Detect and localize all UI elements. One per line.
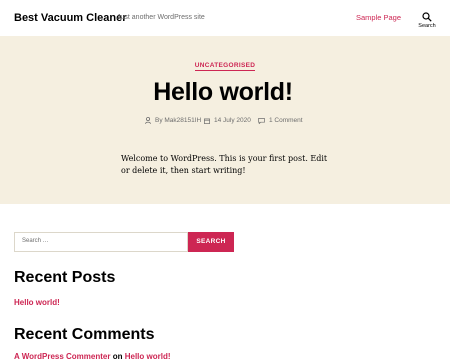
calendar-icon (204, 118, 210, 124)
recent-comment-item: A WordPress Commenter on Hello world! (14, 352, 171, 360)
category-link[interactable]: UNCATEGORISED (194, 62, 256, 71)
site-header: Best Vacuum Cleaner Just another WordPre… (0, 0, 450, 36)
post-header: UNCATEGORISED Hello world! By Mak28151IH… (0, 36, 450, 204)
search-icon (422, 12, 432, 22)
post-author: By Mak28151IH (145, 117, 201, 124)
comment-icon (258, 117, 265, 124)
comment-connector: on (112, 352, 123, 360)
post-content: Welcome to WordPress. This is your first… (121, 154, 328, 175)
recent-comments-title: Recent Comments (14, 326, 155, 343)
search-submit-button[interactable]: SEARCH (188, 232, 234, 252)
post-author-link[interactable]: By Mak28151IH (155, 117, 201, 124)
post-comments-link[interactable]: 1 Comment (269, 117, 303, 124)
recent-post-link[interactable]: Hello world! (14, 298, 60, 307)
post-comments: 1 Comment (258, 117, 303, 124)
post-category: UNCATEGORISED (0, 62, 450, 71)
search-toggle-label: Search (418, 23, 436, 29)
post-title: Hello world! (153, 78, 293, 106)
menu-item-sample-page[interactable]: Sample Page (356, 13, 401, 22)
site-description: Just another WordPress site (117, 14, 205, 21)
search-toggle-button[interactable]: Search (414, 10, 440, 32)
post-date: 14 July 2020 (204, 117, 251, 124)
user-icon (145, 117, 151, 124)
search-input[interactable]: Search … (14, 232, 188, 252)
post-date-link[interactable]: 14 July 2020 (214, 117, 251, 124)
widget-area: Search … SEARCH Recent Posts Hello world… (0, 204, 450, 360)
comment-author-link[interactable]: A WordPress Commenter (14, 352, 110, 360)
recent-posts-title: Recent Posts (14, 269, 116, 286)
comment-post-link[interactable]: Hello world! (125, 352, 171, 360)
site-title[interactable]: Best Vacuum Cleaner (14, 12, 127, 24)
